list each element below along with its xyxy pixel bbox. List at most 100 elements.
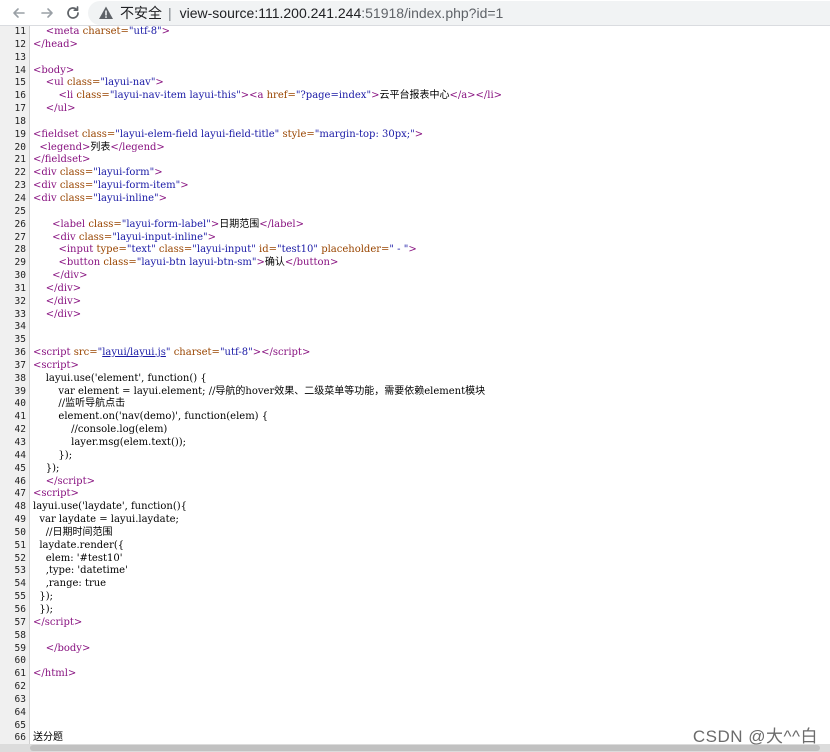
line-code: <script> (33, 488, 79, 500)
line-number: 55 (0, 591, 30, 604)
browser-toolbar: 不安全 | view-source:111.200.241.244:51918/… (0, 0, 830, 26)
line-number: 25 (0, 205, 30, 219)
source-line: 54 ,range: true (0, 578, 830, 592)
line-number: 64 (0, 706, 30, 720)
url-text[interactable]: view-source:111.200.241.244:51918/index.… (180, 5, 504, 21)
line-number: 56 (0, 603, 30, 617)
source-line: 37 <script> (0, 359, 830, 373)
line-number: 37 (0, 359, 30, 373)
line-code: ,range: true (33, 578, 107, 590)
source-line: 56 }); (0, 603, 830, 617)
line-number: 29 (0, 257, 30, 271)
source-line: 12 </head> (0, 38, 830, 52)
source-line: 59 </body> (0, 642, 830, 656)
line-code: element.on('nav(demo)', function(elem) { (33, 411, 269, 423)
line-code: <div class="layui-input-inline"> (52, 231, 217, 243)
line-code: </body> (45, 642, 91, 654)
line-code: laydate.render({ (33, 539, 125, 551)
line-code: //日期时间范围 (33, 526, 113, 538)
source-line: 26 <label class="layui-form-label">日期范围<… (0, 218, 830, 232)
source-line: 38 layui.use('element', function() { (0, 372, 830, 386)
line-code: </div> (52, 270, 88, 282)
line-code: </div> (45, 282, 82, 294)
source-line: 36 <script src="layui/layui.js" charset="… (0, 347, 830, 360)
address-bar[interactable]: 不安全 | view-source:111.200.241.244:51918/… (88, 1, 830, 25)
source-line: 42 //console.log(elem) (0, 424, 830, 437)
line-number: 12 (0, 38, 30, 52)
line-number: 65 (0, 719, 30, 733)
source-line: 15 <ul class="layui-nav"> (0, 77, 830, 91)
source-line: 25 (0, 205, 830, 219)
source-line: 39 var element = layui.element; //导航的hov… (0, 385, 830, 399)
source-line: 40 //监听导航点击 (0, 398, 830, 412)
line-code: </fieldset> (33, 154, 91, 166)
line-code: <input type="text" class="layui-input" i… (58, 244, 417, 256)
line-number: 38 (0, 372, 30, 386)
line-code: layui.use('element', function() { (33, 372, 207, 384)
line-number: 43 (0, 437, 30, 450)
line-code: </div> (45, 295, 82, 307)
separator: | (168, 5, 172, 21)
line-code: <legend>列表</legend> (39, 141, 165, 153)
line-number: 14 (0, 64, 30, 78)
line-number: 51 (0, 539, 30, 553)
source-line: 30 </div> (0, 270, 830, 283)
source-line: 46 </script> (0, 475, 830, 489)
line-number: 46 (0, 475, 30, 489)
source-line: 45 }); (0, 462, 830, 476)
line-code: <li class="layui-nav-item layui-this"><a… (58, 90, 503, 102)
line-code: <meta charset="utf-8"> (45, 26, 171, 37)
line-number: 48 (0, 501, 30, 515)
source-line: 41 element.on('nav(demo)', function(elem… (0, 411, 830, 425)
line-number: 27 (0, 231, 30, 245)
back-button[interactable] (8, 2, 30, 24)
source-line: 64 (0, 706, 830, 720)
source-line: 22 <div class="layui-form"> (0, 167, 830, 181)
source-line: 21 </fieldset> (0, 154, 830, 168)
line-code: </ul> (45, 103, 76, 115)
line-number: 54 (0, 578, 30, 592)
line-code: </script> (45, 475, 95, 487)
line-code: <div class="layui-form-item"> (33, 180, 189, 192)
source-line: 61 </html> (0, 668, 830, 682)
line-code: </html> (33, 668, 77, 680)
url-rest: :51918/index.php?id=1 (361, 5, 504, 21)
source-line: 20 <legend>列表</legend> (0, 141, 830, 155)
line-number: 53 (0, 565, 30, 579)
line-code: }); (33, 462, 60, 474)
line-code: <script src="layui/layui.js" charset="ut… (33, 347, 311, 359)
source-line: 49 var laydate = layui.laydate; (0, 514, 830, 527)
line-number: 60 (0, 655, 30, 669)
line-number: 24 (0, 192, 30, 206)
line-code: 送分题 (33, 732, 63, 744)
line-number: 63 (0, 693, 30, 707)
line-code: }); (33, 449, 73, 461)
line-number: 47 (0, 488, 30, 502)
line-number: 34 (0, 321, 30, 335)
line-number: 44 (0, 449, 30, 463)
line-code: var element = layui.element; //导航的hover效… (33, 385, 486, 397)
line-number: 42 (0, 424, 30, 437)
reload-button[interactable] (62, 2, 84, 24)
line-number: 20 (0, 141, 30, 155)
source-line: 60 (0, 655, 830, 669)
warning-icon[interactable] (98, 5, 114, 21)
line-number: 40 (0, 398, 30, 412)
line-code: <label class="layui-form-label">日期范围</la… (52, 218, 305, 230)
line-code: layui.use('laydate', function(){ (33, 501, 188, 513)
security-label[interactable]: 不安全 (120, 3, 162, 23)
line-number: 31 (0, 282, 30, 296)
line-code: <button class="layui-btn layui-btn-sm">确… (58, 257, 339, 269)
source-line: 58 (0, 629, 830, 643)
source-line: 28 <input type="text" class="layui-input… (0, 244, 830, 258)
source-line: 47 <script> (0, 488, 830, 502)
line-number: 61 (0, 668, 30, 682)
source-line: 32 </div> (0, 295, 830, 309)
forward-button[interactable] (36, 2, 58, 24)
line-code: ,type: 'datetime' (33, 565, 128, 577)
line-number: 32 (0, 295, 30, 309)
line-number: 19 (0, 128, 30, 142)
line-number: 49 (0, 514, 30, 527)
source-line: 34 (0, 321, 830, 335)
source-line: 52 elem: '#test10' (0, 552, 830, 566)
